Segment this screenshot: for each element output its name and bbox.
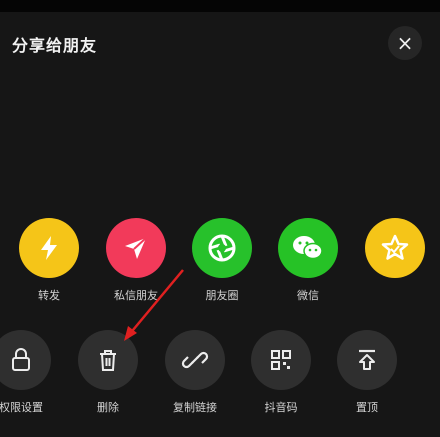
qr-code-icon <box>251 330 311 390</box>
paper-plane-icon <box>106 218 166 278</box>
share-item-label: 微信 <box>297 289 319 302</box>
lightning-icon <box>19 218 79 278</box>
share-item-label: 转发 <box>38 289 60 302</box>
share-item-label: 私信朋友 <box>114 289 158 302</box>
action-label: 置顶 <box>356 401 378 414</box>
action-delete[interactable]: 删除 <box>63 330 153 415</box>
top-status-strip <box>0 0 440 12</box>
wechat-icon <box>278 218 338 278</box>
close-button[interactable]: × <box>388 26 422 60</box>
share-item-wechat[interactable]: 微信 <box>263 218 353 303</box>
share-item-private-message[interactable]: 私信朋友 <box>91 218 181 303</box>
action-label: 删除 <box>97 401 119 414</box>
lock-icon <box>0 330 51 390</box>
star-badge-icon <box>365 218 425 278</box>
share-item-more[interactable] <box>350 218 440 287</box>
action-label: 抖音码 <box>264 401 298 414</box>
action-permission-settings[interactable]: 权限设置 <box>0 330 66 415</box>
link-icon <box>165 330 225 390</box>
close-icon: × <box>396 31 414 55</box>
sheet-title: 分享给朋友 <box>12 36 98 55</box>
share-item-moments[interactable]: 朋友圈 <box>177 218 267 303</box>
action-douyin-code[interactable]: 抖音码 <box>236 330 326 415</box>
action-label: 复制链接 <box>173 401 217 414</box>
action-label: 权限设置 <box>0 401 43 414</box>
trash-icon <box>78 330 138 390</box>
action-copy-link[interactable]: 复制链接 <box>150 330 240 415</box>
share-item-forward[interactable]: 转发 <box>4 218 94 303</box>
action-pin-top[interactable]: 置顶 <box>322 330 412 415</box>
camera-aperture-icon <box>192 218 252 278</box>
share-item-label: 朋友圈 <box>205 289 239 302</box>
pin-top-icon <box>337 330 397 390</box>
